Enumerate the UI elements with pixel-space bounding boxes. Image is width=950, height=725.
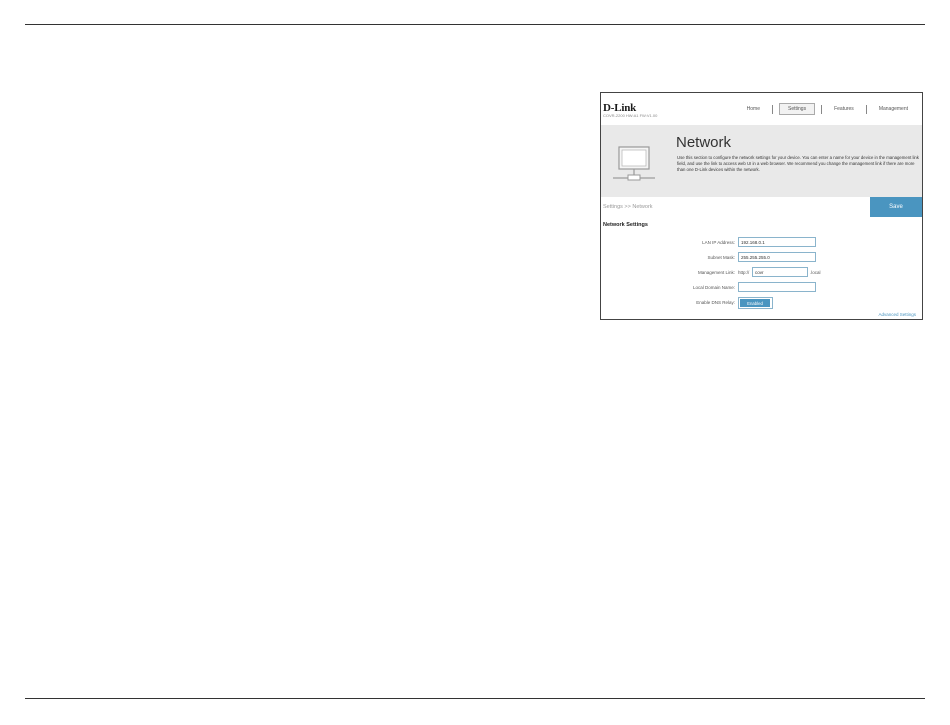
network-computer-icon — [613, 146, 655, 181]
nav-separator — [772, 104, 773, 114]
subnet-row: Subnet Mask: 255.255.255.0 — [601, 252, 922, 264]
nav-separator — [865, 104, 867, 114]
mgmt-link-suffix: .local — [810, 270, 821, 275]
subnet-input[interactable]: 255.255.255.0 — [738, 252, 816, 262]
dns-relay-row: Enable DNS Relay: Enabled — [601, 297, 922, 309]
page-top-rule — [25, 24, 925, 25]
nav-home[interactable]: Home — [741, 104, 766, 114]
dns-relay-label: Enable DNS Relay: — [696, 300, 735, 305]
top-nav: Home Settings Features Management — [741, 103, 914, 115]
nav-features[interactable]: Features — [828, 104, 860, 114]
breadcrumb-bar: Settings >> Network Save — [601, 197, 922, 217]
header: D-Link COVR-2200 HW:A1 FW:V1.00 Home Set… — [601, 93, 922, 125]
breadcrumb: Settings >> Network — [603, 204, 653, 210]
model-info: COVR-2200 HW:A1 FW:V1.00 — [603, 113, 658, 118]
page-bottom-rule — [25, 698, 925, 699]
domain-row: Local Domain Name: — [601, 282, 922, 294]
hero-banner: Network Use this section to configure th… — [601, 125, 922, 197]
dns-relay-toggle-on: Enabled — [740, 299, 770, 307]
router-ui-screenshot: D-Link COVR-2200 HW:A1 FW:V1.00 Home Set… — [600, 92, 923, 320]
advanced-settings-link[interactable]: Advanced Settings — [878, 312, 916, 317]
lan-ip-row: LAN IP Address: 192.168.0.1 — [601, 237, 922, 249]
domain-label: Local Domain Name: — [692, 285, 735, 290]
mgmt-link-input[interactable]: covr — [752, 267, 808, 277]
mgmt-link-prefix: http:// — [738, 270, 750, 275]
lan-ip-label: LAN IP Address: — [702, 240, 735, 245]
page-description: Use this section to configure the networ… — [677, 155, 919, 172]
save-button[interactable]: Save — [870, 197, 922, 217]
dns-relay-toggle[interactable]: Enabled — [738, 297, 773, 309]
subnet-label: Subnet Mask: — [707, 255, 735, 260]
nav-settings[interactable]: Settings — [779, 103, 816, 115]
mgmt-link-row: Management Link: http:// covr .local — [601, 267, 922, 279]
lan-ip-input[interactable]: 192.168.0.1 — [738, 237, 816, 247]
nav-separator — [821, 104, 823, 114]
domain-input[interactable] — [738, 282, 816, 292]
section-title: Network Settings — [603, 222, 648, 228]
nav-management[interactable]: Management — [873, 104, 914, 114]
page-title: Network — [676, 134, 732, 151]
mgmt-link-label: Management Link: — [697, 270, 735, 275]
